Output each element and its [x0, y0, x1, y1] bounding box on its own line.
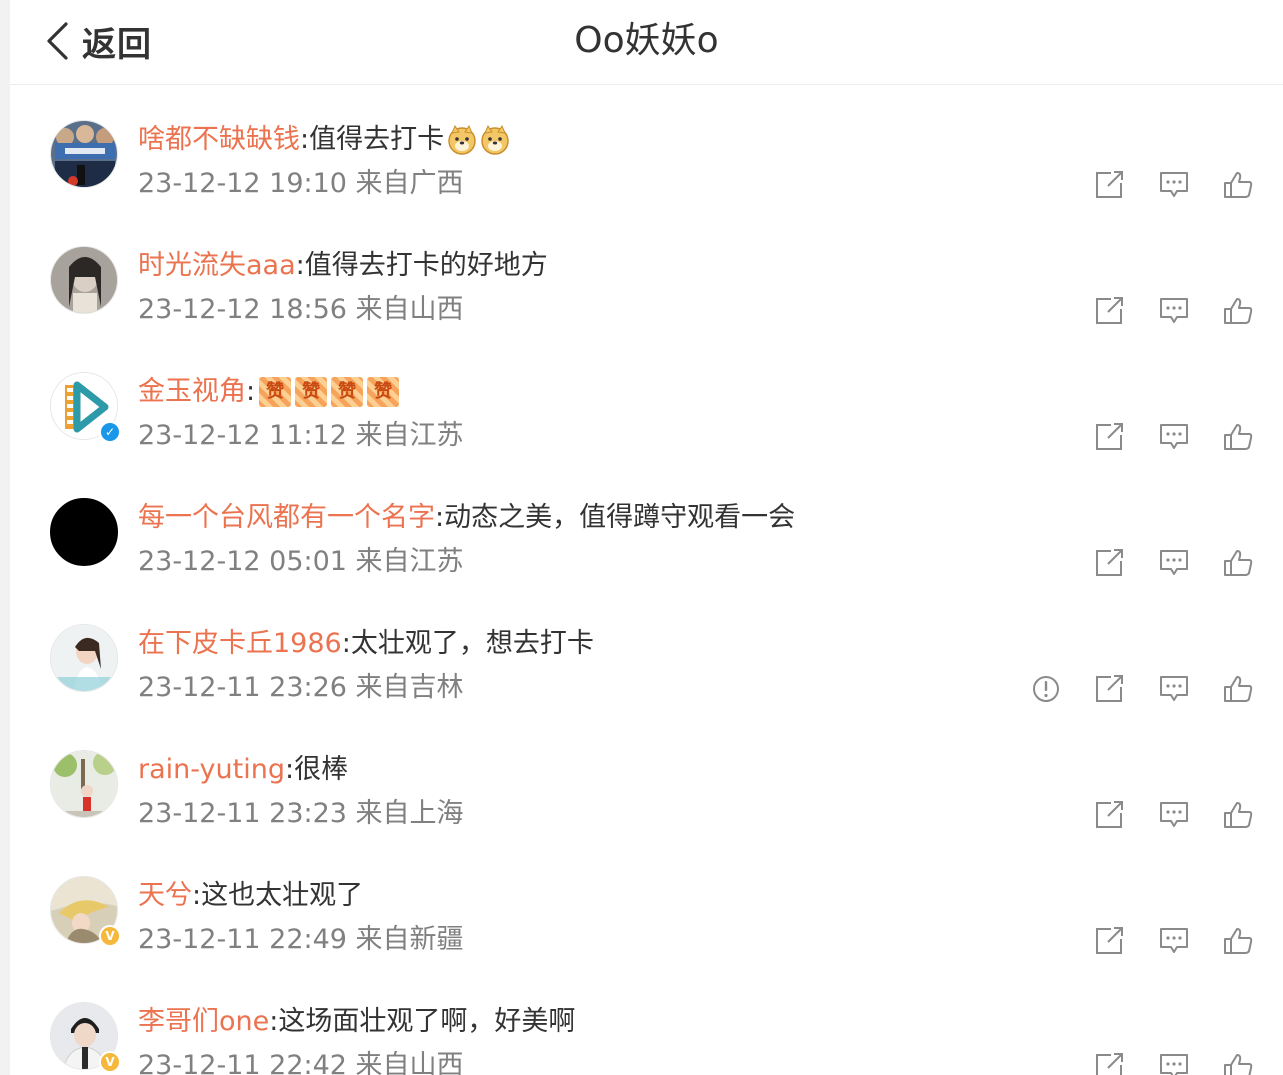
thumbs-up-icon: [1224, 298, 1253, 324]
thumbs-up-icon: [1224, 1054, 1253, 1075]
comment-icon: [1160, 928, 1188, 953]
comment-button[interactable]: [1158, 548, 1190, 578]
comment-item: 每一个台风都有一个名字 :动态之美，值得蹲守观看一会 23-12-12 05:0…: [10, 462, 1283, 588]
share-button[interactable]: [1094, 296, 1126, 326]
comment-button[interactable]: [1158, 674, 1190, 704]
thumbs-up-icon: [1224, 676, 1253, 702]
doge-emoji-icon: [481, 125, 509, 155]
comment-button[interactable]: [1158, 170, 1190, 200]
comment-button[interactable]: [1158, 422, 1190, 452]
comment-icon: [1160, 802, 1188, 827]
like-button[interactable]: [1222, 548, 1254, 578]
share-button[interactable]: [1094, 548, 1126, 578]
like-button[interactable]: [1222, 926, 1254, 956]
share-icon: [1096, 549, 1123, 576]
username-link[interactable]: 每一个台风都有一个名字: [138, 498, 435, 538]
username-link[interactable]: 金玉视角: [138, 372, 246, 412]
thumbs-up-icon: [1224, 802, 1253, 828]
share-icon: [1096, 801, 1123, 828]
thumbs-up-icon: [1224, 928, 1253, 954]
comment-button[interactable]: [1158, 800, 1190, 830]
username-link[interactable]: 李哥们one: [138, 1002, 269, 1042]
comment-button[interactable]: [1158, 296, 1190, 326]
share-icon: [1096, 1053, 1123, 1075]
comment-item: 时光流失aaa :值得去打卡的好地方 23-12-12 18:56 来自山西: [10, 210, 1283, 336]
share-button[interactable]: [1094, 1052, 1126, 1075]
comment-text: :这场面壮观了啊，好美啊: [269, 1006, 576, 1037]
top-bar: 返回 Oo妖妖o: [10, 0, 1283, 85]
comment-list: 啥都不缺缺钱 :值得去打卡 23-12-12 19:10 来自广西 时光流失aa…: [10, 84, 1283, 1075]
comment-button[interactable]: [1158, 926, 1190, 956]
comment-icon: [1160, 1054, 1188, 1075]
comment-text: :很棒: [284, 754, 349, 785]
like-button[interactable]: [1222, 170, 1254, 200]
username-link[interactable]: rain-yuting: [138, 750, 285, 790]
username-link[interactable]: 啥都不缺缺钱: [138, 120, 300, 160]
zan-emoji-icon: 赞: [367, 377, 400, 407]
page-title: Oo妖妖o: [574, 20, 719, 61]
comment-text: :这也太壮观了: [192, 880, 364, 911]
comment-button[interactable]: [1158, 1052, 1190, 1075]
share-button[interactable]: [1094, 170, 1126, 200]
comment-item: V 李哥们one :这场面壮观了啊，好美啊 23-12-11 22:42 来自山…: [10, 966, 1283, 1075]
comment-item: 在下皮卡丘1986 :太壮观了，想去打卡 23-12-11 23:26 来自吉林: [10, 588, 1283, 714]
share-icon: [1096, 297, 1123, 324]
share-icon: [1096, 675, 1123, 702]
comment-panel: 返回 Oo妖妖o 啥都不缺缺钱:值得去打卡 23-12-12 19:10 来自…: [10, 0, 1283, 1075]
thumbs-up-icon: [1224, 424, 1253, 450]
report-button[interactable]: [1030, 674, 1062, 704]
share-icon: [1096, 171, 1123, 198]
comment-icon: [1160, 172, 1188, 197]
share-button[interactable]: [1094, 674, 1126, 704]
username-link[interactable]: 在下皮卡丘1986: [138, 624, 342, 664]
comment-item: ✓ 金玉视角 : 赞 赞 赞 赞 23-12-12 11:12 来自江苏: [10, 336, 1283, 462]
comment-item: V 天兮 :这也太壮观了 23-12-11 22:49 来自新疆: [10, 840, 1283, 966]
share-icon: [1096, 423, 1123, 450]
zan-emoji-icon: 赞: [259, 377, 292, 407]
doge-emoji-icon: [448, 125, 476, 155]
comment-text: :值得去打卡的好地方: [295, 250, 548, 281]
comment-icon: [1160, 424, 1188, 449]
comment-text: :太壮观了，想去打卡: [341, 628, 594, 659]
like-button[interactable]: [1222, 296, 1254, 326]
comment-text: :值得去打卡: [300, 124, 445, 155]
thumbs-up-icon: [1224, 172, 1253, 198]
comment-icon: [1160, 550, 1188, 575]
like-button[interactable]: [1222, 422, 1254, 452]
share-icon: [1096, 927, 1123, 954]
comment-text: :: [246, 376, 256, 407]
username-link[interactable]: 天兮: [138, 876, 192, 916]
share-button[interactable]: [1094, 926, 1126, 956]
share-button[interactable]: [1094, 422, 1126, 452]
comment-item: rain-yuting :很棒 23-12-11 23:23 来自上海: [10, 714, 1283, 840]
like-button[interactable]: [1222, 1052, 1254, 1075]
comment-icon: [1160, 676, 1188, 701]
comment-text: :动态之美，值得蹲守观看一会: [435, 502, 796, 533]
share-button[interactable]: [1094, 800, 1126, 830]
zan-emoji-icon: 赞: [295, 377, 328, 407]
comment-item: 啥都不缺缺钱 :值得去打卡 23-12-12 19:10 来自广西: [10, 84, 1283, 210]
username-link[interactable]: 时光流失aaa: [138, 246, 296, 286]
exclamation-circle-icon: [1033, 676, 1059, 702]
like-button[interactable]: [1222, 674, 1254, 704]
like-button[interactable]: [1222, 800, 1254, 830]
thumbs-up-icon: [1224, 550, 1253, 576]
zan-emoji-icon: 赞: [331, 377, 364, 407]
comment-icon: [1160, 298, 1188, 323]
